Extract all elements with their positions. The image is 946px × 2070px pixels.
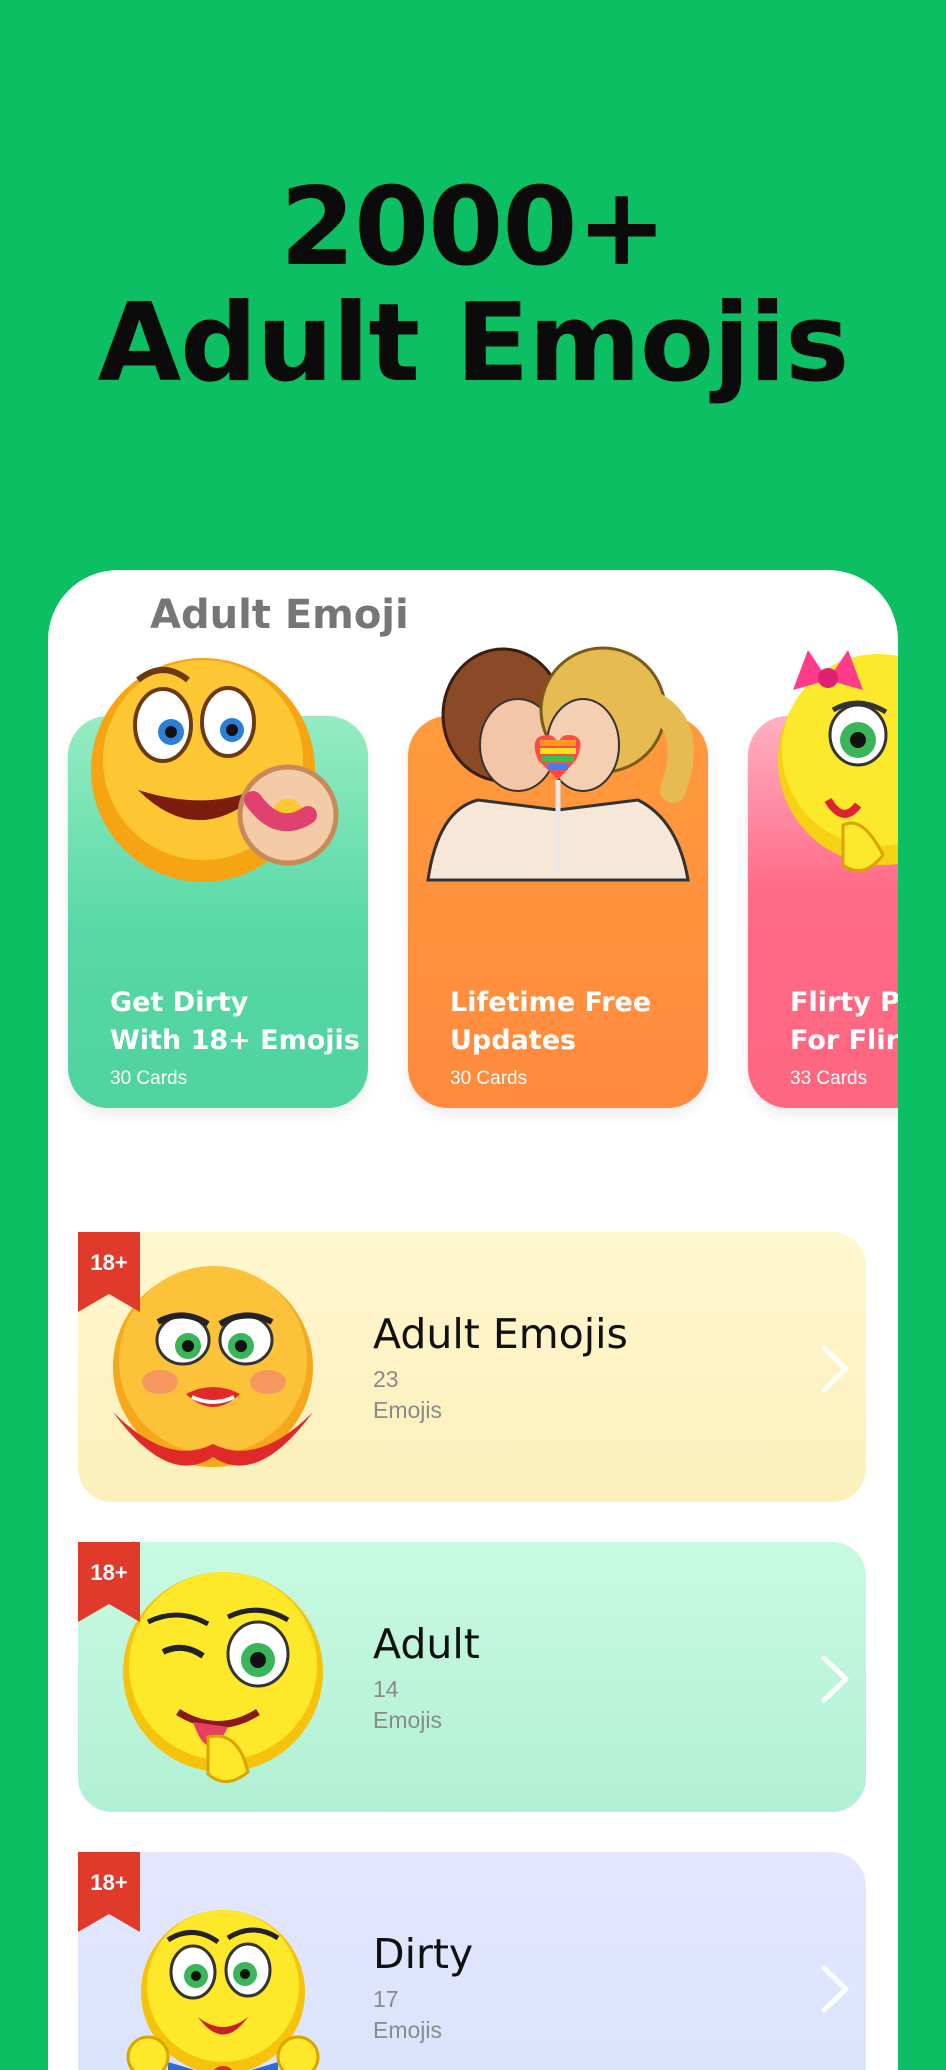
pack-title: Adult Emojis	[373, 1310, 628, 1358]
app-title: Adult Emoji	[150, 592, 409, 638]
phone-screen: Adult Emoji Get Dirty With 18+ Emojis 30…	[48, 570, 898, 2070]
featured-card-title: Lifetime Free Updates	[450, 987, 652, 1056]
featured-card-title: Flirty Pac For Flirty	[790, 987, 898, 1056]
featured-card-get-dirty[interactable]: Get Dirty With 18+ Emojis 30 Cards	[68, 658, 368, 1108]
wink-bowtie-emoji-icon	[126, 1910, 320, 2070]
featured-card-flirty-pack[interactable]: Flirty Pac For Flirty 33 Cards	[748, 650, 898, 1108]
pack-row-adult-emojis[interactable]: 18+ Adult Emojis 23 Emojis	[78, 1232, 866, 1502]
pack-count: 23 Emojis	[373, 1366, 443, 1423]
age-badge-label: 18+	[90, 1870, 128, 1895]
pack-row-adult[interactable]: 18+ Adult 14 Emojis	[78, 1542, 866, 1812]
featured-card-title: Get Dirty With 18+ Emojis	[110, 987, 360, 1056]
featured-carousel[interactable]: Get Dirty With 18+ Emojis 30 Cards Lifet…	[48, 640, 898, 1108]
chevron-right-icon[interactable]	[820, 1964, 850, 2014]
headline-line2: Adult Emojis	[97, 281, 850, 406]
age-badge: 18+	[78, 1542, 140, 1622]
featured-card-count: 33 Cards	[790, 1068, 868, 1089]
age-badge-label: 18+	[90, 1250, 128, 1275]
pack-title: Dirty	[373, 1930, 474, 1978]
chevron-right-icon[interactable]	[820, 1344, 850, 1394]
headline-line1: 2000+	[279, 165, 667, 290]
pack-row-dirty[interactable]: 18+ Dirty 17 Emojis	[78, 1852, 866, 2070]
donut-emoji-icon	[91, 658, 339, 882]
chevron-right-icon[interactable]	[820, 1654, 850, 1704]
pack-title: Adult	[373, 1620, 480, 1668]
pack-count: 14 Emojis	[373, 1676, 443, 1733]
age-badge: 18+	[78, 1852, 140, 1932]
kissing-women-icon	[426, 646, 694, 882]
pack-count: 17 Emojis	[373, 1986, 443, 2043]
featured-card-count: 30 Cards	[450, 1068, 528, 1089]
featured-card-count: 30 Cards	[110, 1068, 188, 1089]
featured-card-lifetime-updates[interactable]: Lifetime Free Updates 30 Cards	[408, 646, 708, 1108]
flirty-girl-emoji-icon	[778, 650, 898, 873]
winking-tongue-emoji-icon	[123, 1572, 323, 1783]
lipstick-emoji-icon	[113, 1266, 313, 1467]
age-badge: 18+	[78, 1232, 140, 1312]
headline: 2000+ Adult Emojis	[0, 170, 946, 402]
age-badge-label: 18+	[90, 1560, 128, 1585]
